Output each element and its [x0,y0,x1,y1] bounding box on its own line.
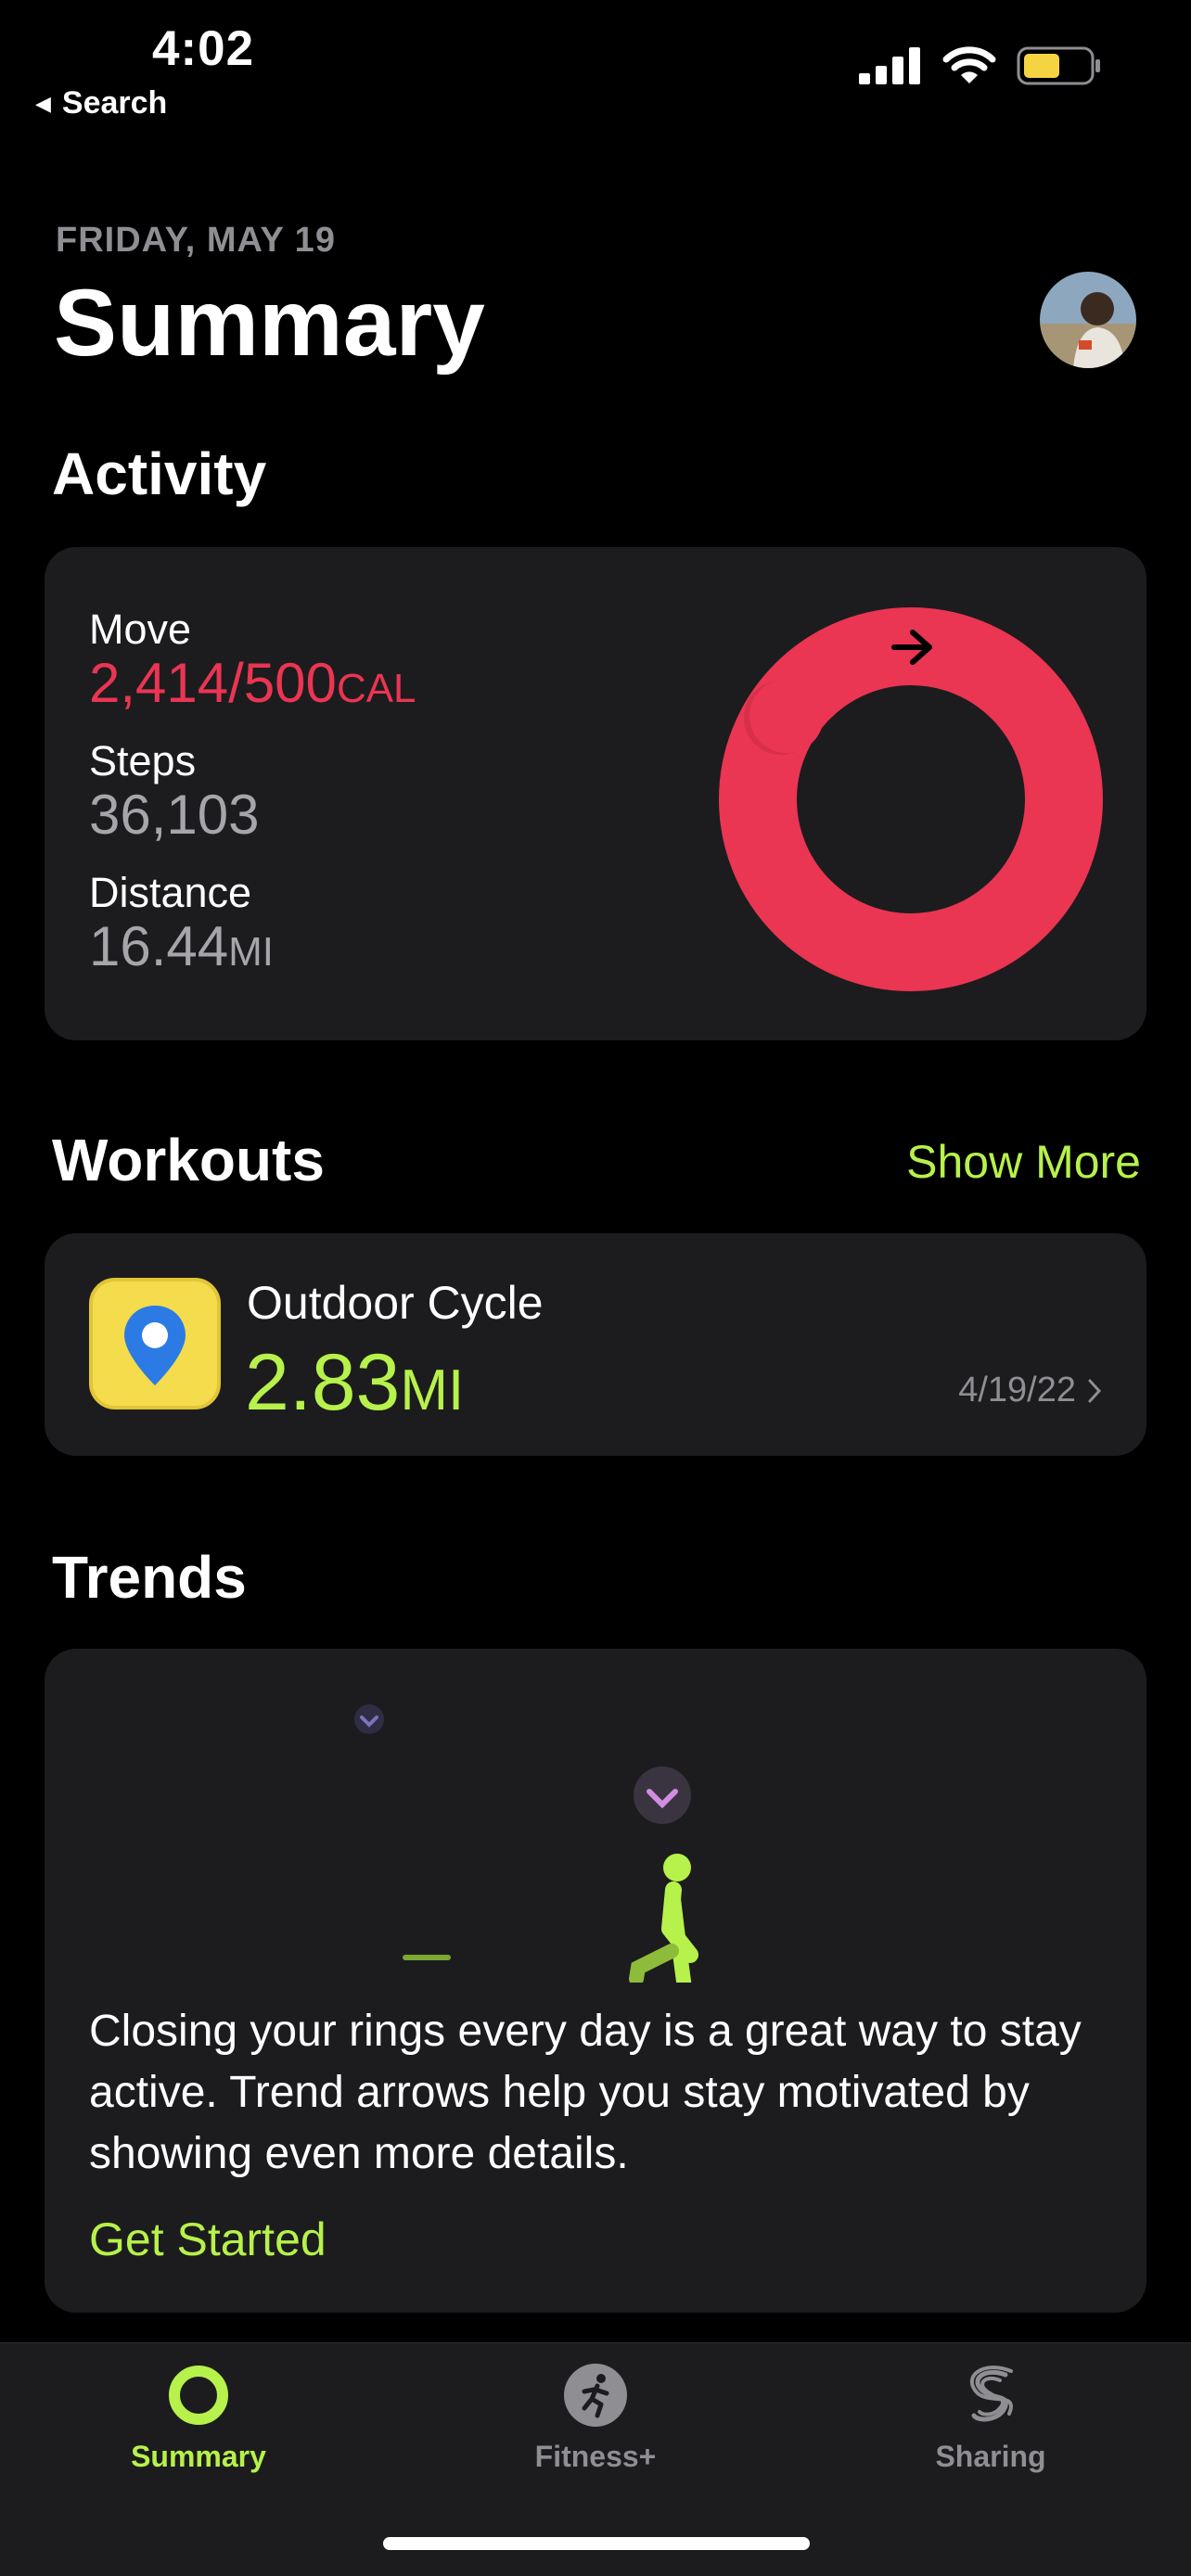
back-to-search-link[interactable]: ◀ Search [35,85,167,121]
activity-ring-icon [169,2366,228,2425]
move-value: 2,414/500CAL [89,656,416,711]
back-label: Search [61,85,168,121]
status-icons [859,46,1102,85]
chevron-right-icon [1088,1379,1102,1402]
cellular-signal-icon [859,47,920,84]
tab-sharing-label: Sharing [935,2440,1046,2473]
back-triangle-icon: ◀ [35,91,51,115]
workouts-section-title: Workouts [52,1127,325,1193]
map-pin-icon [89,1278,221,1409]
move-ring [719,607,1103,991]
distance-unit: MI [228,929,275,975]
workout-distance-number: 2.83 [245,1338,401,1427]
trend-dash-icon [403,1955,451,1960]
runner-icon [564,2364,627,2427]
steps-label: Steps [89,737,197,784]
trends-section-title: Trends [52,1544,247,1611]
distance-stat: Distance 16.44MI [89,872,274,975]
show-more-link[interactable]: Show More [906,1135,1141,1189]
move-stat: Move 2,414/500CAL [89,608,416,711]
home-indicator[interactable] [383,2537,810,2550]
get-started-link[interactable]: Get Started [89,2213,327,2266]
sharing-icon [969,2366,1013,2422]
activity-section-title: Activity [52,440,267,507]
tab-summary-label: Summary [131,2440,266,2473]
trends-description: Closing your rings every day is a great … [89,2007,1082,2178]
trends-card[interactable]: Closing your rings every day is a great … [45,1649,1146,2313]
workout-date: 4/19/22 [958,1371,1102,1410]
wifi-icon [942,46,996,83]
trends-illustration [354,1704,698,1983]
distance-label: Distance [89,869,252,916]
move-unit: CAL [336,666,416,711]
battery-icon [1017,46,1100,85]
move-number: 2,414/500 [89,652,337,714]
workout-date-text: 4/19/22 [958,1371,1076,1409]
move-label: Move [89,606,192,653]
avatar[interactable] [1040,272,1136,368]
walking-figure-icon [629,1854,698,1983]
page-title: Summary [54,270,485,376]
steps-value: 36,103 [89,784,260,846]
workout-distance: 2.83MI [245,1337,464,1429]
distance-number: 16.44 [89,915,229,977]
tab-sharing[interactable]: Sharing [870,2362,1111,2474]
workout-card[interactable]: Outdoor Cycle 2.83MI 4/19/22 [45,1233,1146,1456]
status-time: 4:02 [152,21,255,76]
tab-summary[interactable]: Summary [78,2362,319,2474]
activity-card[interactable]: Move 2,414/500CAL Steps 36,103 Distance … [45,547,1146,1040]
tab-fitness-plus-label: Fitness+ [534,2440,657,2473]
workout-distance-unit: MI [400,1358,465,1422]
distance-value: 16.44MI [89,919,274,975]
tab-fitness-plus[interactable]: Fitness+ [475,2362,716,2474]
profile-photo [1040,272,1136,368]
workout-name: Outdoor Cycle [247,1277,544,1329]
steps-stat: Steps 36,103 [89,740,260,843]
date-label: FRIDAY, MAY 19 [56,221,336,260]
screen: 4:02 ◀ Search FRIDAY, MAY 19 Summary Act… [0,0,1191,2576]
